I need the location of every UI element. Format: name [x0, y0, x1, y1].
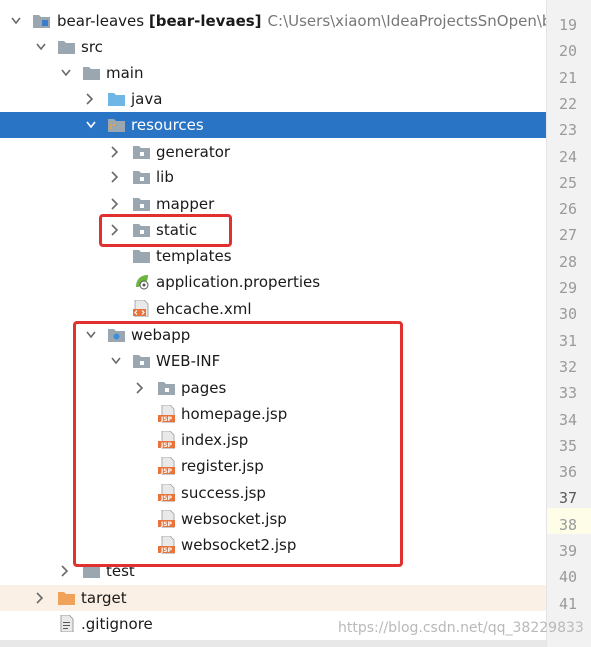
text-file-icon	[60, 615, 74, 632]
line-number: 29	[558, 279, 577, 297]
tree-label-target: target	[81, 589, 127, 607]
line-number: 37	[558, 489, 577, 508]
tree-row-ehcache[interactable]: ehcache.xml	[0, 296, 546, 322]
line-number: 32	[558, 357, 577, 376]
excluded-folder-icon	[58, 592, 75, 605]
tree-row-src[interactable]: src	[0, 34, 546, 60]
line-number: 40	[558, 568, 577, 587]
watermark-text: https://blog.csdn.net/qq_38229833	[338, 620, 584, 636]
tree-label-generator: generator	[156, 143, 231, 161]
project-label: bear-leaves [bear-levaes] C:\Users\xiaom\…	[57, 11, 546, 31]
chevron-right-icon[interactable]	[59, 565, 69, 577]
folder-icon	[133, 250, 150, 263]
line-number: 20	[558, 42, 577, 61]
line-number: 19	[558, 16, 577, 34]
folder-icon	[58, 41, 75, 54]
chevron-right-icon[interactable]	[34, 592, 44, 604]
tree-label-ehcache: ehcache.xml	[156, 300, 252, 318]
tree-label-application-properties: application.properties	[156, 273, 321, 291]
tree-row-resources[interactable]: resources	[0, 112, 546, 138]
tree-label-src: src	[81, 38, 103, 56]
line-number: 36	[558, 463, 577, 482]
chevron-down-icon[interactable]	[61, 67, 71, 79]
resources-folder-icon	[108, 119, 125, 132]
line-number: 34	[558, 410, 577, 429]
tree-row-java[interactable]: java	[0, 86, 546, 112]
tree-row-target[interactable]: target	[0, 585, 546, 611]
chevron-down-icon[interactable]	[36, 41, 46, 53]
horizontal-scrollbar[interactable]	[0, 640, 546, 647]
line-number: 27	[558, 226, 577, 245]
line-number: 28	[558, 252, 577, 271]
tree-row-lib[interactable]: lib	[0, 164, 546, 190]
tree-label-mapper: mapper	[156, 195, 215, 213]
chevron-right-icon[interactable]	[109, 146, 119, 158]
line-number: 39	[558, 542, 577, 560]
xml-file-icon	[133, 300, 149, 317]
tree-label-java: java	[131, 90, 163, 108]
folder-icon	[133, 198, 150, 211]
tree-row-main[interactable]: main	[0, 60, 546, 86]
tree-label-lib: lib	[156, 168, 174, 186]
project-tree: bear-leaves [bear-levaes] C:\Users\xiaom\…	[0, 0, 546, 647]
project-name: bear-leaves	[57, 12, 145, 30]
module-folder-icon	[33, 15, 50, 28]
source-folder-icon	[108, 93, 125, 106]
spring-properties-icon	[136, 275, 149, 290]
line-number: 38	[558, 515, 577, 534]
line-number: 22	[558, 94, 577, 113]
line-number: 24	[558, 147, 577, 166]
chevron-right-icon[interactable]	[109, 171, 119, 183]
folder-icon	[133, 171, 150, 184]
chevron-right-icon[interactable]	[84, 93, 94, 105]
annotation-box-webapp	[73, 321, 403, 567]
line-number: 25	[558, 173, 577, 192]
folder-icon	[133, 146, 150, 159]
line-number: 31	[558, 331, 577, 350]
tree-row-templates[interactable]: templates	[0, 243, 546, 269]
tree-label-main: main	[106, 64, 144, 82]
tree-row-project-root[interactable]: bear-leaves [bear-levaes] C:\Users\xiaom\…	[0, 8, 546, 34]
tree-row-application-properties[interactable]: application.properties	[0, 269, 546, 295]
tree-label-resources: resources	[131, 116, 204, 134]
line-number: 23	[558, 121, 577, 140]
line-number: 33	[558, 384, 577, 403]
chevron-right-icon[interactable]	[109, 198, 119, 210]
tree-row-mapper[interactable]: mapper	[0, 191, 546, 217]
line-number: 30	[558, 305, 577, 324]
chevron-down-icon[interactable]	[86, 119, 96, 131]
tree-row-static[interactable]: static	[0, 217, 546, 243]
tree-row-generator[interactable]: generator	[0, 139, 546, 165]
project-path: C:\Users\xiaom\IdeaProjectsSnOpen\bea	[267, 12, 546, 30]
folder-icon	[83, 67, 100, 80]
line-number-gutter: 19 20 21 22 23 24 25 26 27 28 29 30 31 32 33 34 35 36 37 38…	[546, 0, 591, 647]
line-number: 21	[558, 68, 577, 87]
module-name: [bear-levaes]	[148, 12, 262, 30]
line-number: 41	[558, 594, 577, 613]
tree-label-templates: templates	[156, 247, 232, 265]
chevron-down-icon[interactable]	[11, 15, 21, 27]
annotation-box-static	[99, 214, 232, 247]
line-number: 35	[558, 436, 577, 455]
tree-label-gitignore: .gitignore	[81, 615, 153, 633]
line-number: 26	[558, 200, 577, 219]
